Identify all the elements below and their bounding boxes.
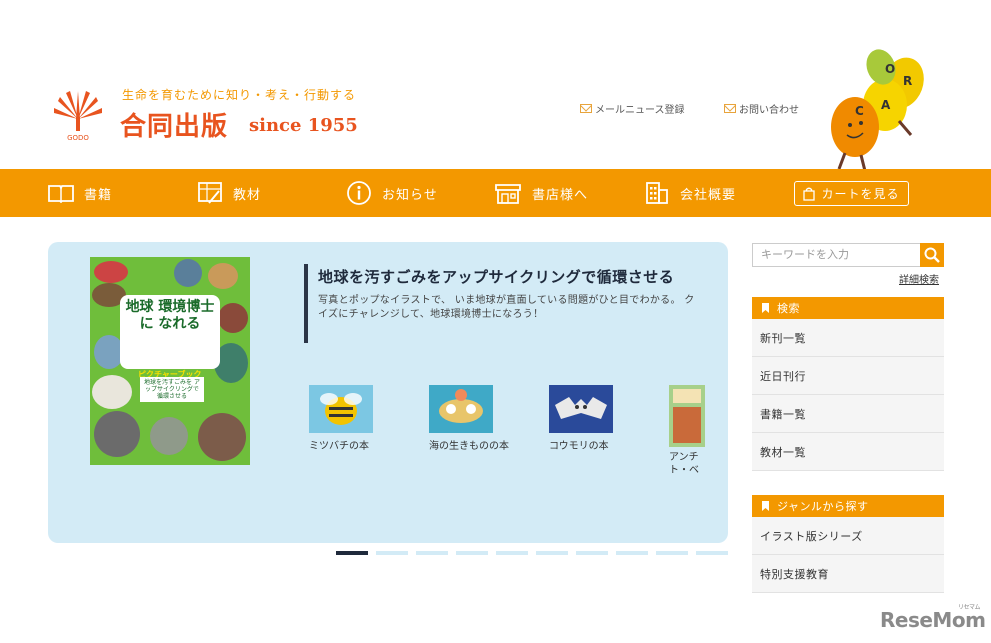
- bookmark-icon: [762, 501, 769, 511]
- related-book-label: アンチ ト・ベ: [669, 452, 699, 476]
- mascot-letter: A: [881, 98, 891, 112]
- mascot-letter: C: [855, 104, 864, 118]
- carousel-dot[interactable]: [696, 551, 728, 555]
- genre-section-header: ジャンルから探す: [752, 495, 944, 517]
- watermark-text: ReseMom: [880, 608, 986, 632]
- nav-label: 教材: [233, 187, 262, 203]
- book-cover[interactable]: 地球 環境博士に なれる ピクチャーブック 地球を汚すごみを アップサイクリング…: [90, 257, 250, 465]
- nav-item-materials[interactable]: 教材: [197, 169, 261, 217]
- teaching-material-icon: [198, 182, 222, 204]
- mascot-letter: O: [885, 62, 895, 76]
- watermark-small-text: リセマム: [958, 604, 981, 611]
- keyword-search-input[interactable]: キーワードを入力: [752, 243, 921, 267]
- cover-photo: [174, 259, 202, 287]
- sidebar-item-new-releases[interactable]: 新刊一覧: [752, 319, 944, 357]
- related-book-sea-creatures[interactable]: 海の生きものの本: [429, 385, 509, 452]
- search-section-header: 検索: [752, 297, 944, 319]
- title-accent-bar: [304, 264, 308, 343]
- nav-label: お知らせ: [382, 187, 438, 203]
- mail-news-label: メールニュース登録: [595, 105, 685, 116]
- section-title: ジャンルから探す: [777, 500, 869, 513]
- cover-photo: [208, 263, 238, 289]
- carousel-dot[interactable]: [416, 551, 448, 555]
- carousel-dot[interactable]: [496, 551, 528, 555]
- bookmark-icon: [762, 303, 769, 313]
- nav-item-company[interactable]: 会社概要: [644, 169, 736, 217]
- bat-book-thumbnail: [549, 385, 613, 433]
- related-book-bats[interactable]: コウモリの本: [549, 385, 613, 452]
- mail-icon: [580, 104, 592, 113]
- bee-book-thumbnail: [309, 385, 373, 433]
- contact-link[interactable]: お問い合わせ: [724, 101, 799, 116]
- carousel-dot[interactable]: [376, 551, 408, 555]
- carousel-dot[interactable]: [616, 551, 648, 555]
- nav-label: 書籍: [84, 187, 113, 203]
- related-book-label: ミツバチの本: [309, 441, 369, 452]
- cover-photo: [94, 261, 128, 283]
- page: GODO 生命を育むために知り・考え・行動する 合同出版 since 1955 …: [0, 0, 991, 643]
- carousel-dot[interactable]: [536, 551, 568, 555]
- cart-label: カートを見る: [821, 187, 900, 201]
- nav-item-news[interactable]: お知らせ: [346, 169, 438, 217]
- nav-label: 会社概要: [680, 187, 737, 203]
- sea-book-thumbnail: [429, 385, 493, 433]
- related-book-antique[interactable]: アンチ ト・ベ: [669, 385, 705, 477]
- info-icon: [347, 181, 371, 205]
- carousel-dot[interactable]: [576, 551, 608, 555]
- antique-book-thumbnail: [669, 385, 705, 447]
- mail-news-link[interactable]: メールニュース登録: [580, 101, 685, 116]
- related-book-label: 海の生きものの本: [429, 441, 509, 452]
- brand-name[interactable]: 合同出版: [120, 106, 228, 143]
- nav-label: 書店様へ: [532, 187, 589, 203]
- store-icon: [495, 184, 521, 204]
- building-icon: [646, 182, 668, 204]
- book-icon: [48, 185, 74, 203]
- godo-logo-icon[interactable]: GODO: [50, 83, 106, 143]
- resemom-watermark: ReseMom リセマム: [880, 604, 986, 632]
- advanced-search-link[interactable]: 詳細検索: [899, 271, 939, 286]
- carrot-mascot-illustration: O R A C: [815, 45, 925, 173]
- carousel-dot[interactable]: [336, 551, 368, 555]
- sidebar-item-special-education[interactable]: 特別支援教育: [752, 555, 944, 593]
- main-nav: 書籍 教材 お知らせ 書店様へ 会社概要 カートを見る: [0, 169, 991, 217]
- logo-text: GODO: [67, 134, 89, 142]
- carousel-pagination: [336, 551, 728, 555]
- contact-label: お問い合わせ: [739, 105, 799, 116]
- carousel-dot[interactable]: [656, 551, 688, 555]
- hero-description: 写真とポップなイラストで、 いま地球が直面している問題がひと目でわかる。 クイズ…: [318, 295, 695, 320]
- cover-photo: [94, 411, 140, 457]
- search-icon: [924, 247, 940, 263]
- search-button[interactable]: [920, 243, 944, 267]
- carousel-dot[interactable]: [456, 551, 488, 555]
- cover-photo: [218, 303, 248, 333]
- section-title: 検索: [777, 302, 800, 315]
- cover-description: 地球を汚すごみを アップサイクリングで 循環させる: [140, 377, 204, 402]
- related-book-bee[interactable]: ミツバチの本: [309, 385, 373, 452]
- sidebar-item-illustrated-series[interactable]: イラスト版シリーズ: [752, 517, 944, 555]
- tagline: 生命を育むために知り・考え・行動する: [122, 88, 357, 102]
- sidebar-item-material-list[interactable]: 教材一覧: [752, 433, 944, 471]
- sidebar-item-upcoming[interactable]: 近日刊行: [752, 357, 944, 395]
- sidebar-item-book-list[interactable]: 書籍一覧: [752, 395, 944, 433]
- cover-photo: [150, 417, 188, 455]
- mail-icon: [724, 104, 736, 113]
- nav-item-books[interactable]: 書籍: [48, 169, 112, 217]
- cover-photo: [92, 375, 132, 409]
- hero-carousel: 地球 環境博士に なれる ピクチャーブック 地球を汚すごみを アップサイクリング…: [48, 242, 728, 543]
- related-book-label: コウモリの本: [549, 441, 609, 452]
- view-cart-button[interactable]: カートを見る: [794, 181, 909, 206]
- shopping-bag-icon: [803, 187, 816, 201]
- mascot-letter: R: [903, 74, 912, 88]
- nav-item-bookstores[interactable]: 書店様へ: [494, 169, 588, 217]
- since-text: since 1955: [249, 115, 358, 136]
- cover-photo: [198, 413, 246, 461]
- cover-title: 地球 環境博士に なれる: [120, 295, 220, 369]
- hero-title[interactable]: 地球を汚すごみをアップサイクリングで循環させる: [318, 266, 674, 287]
